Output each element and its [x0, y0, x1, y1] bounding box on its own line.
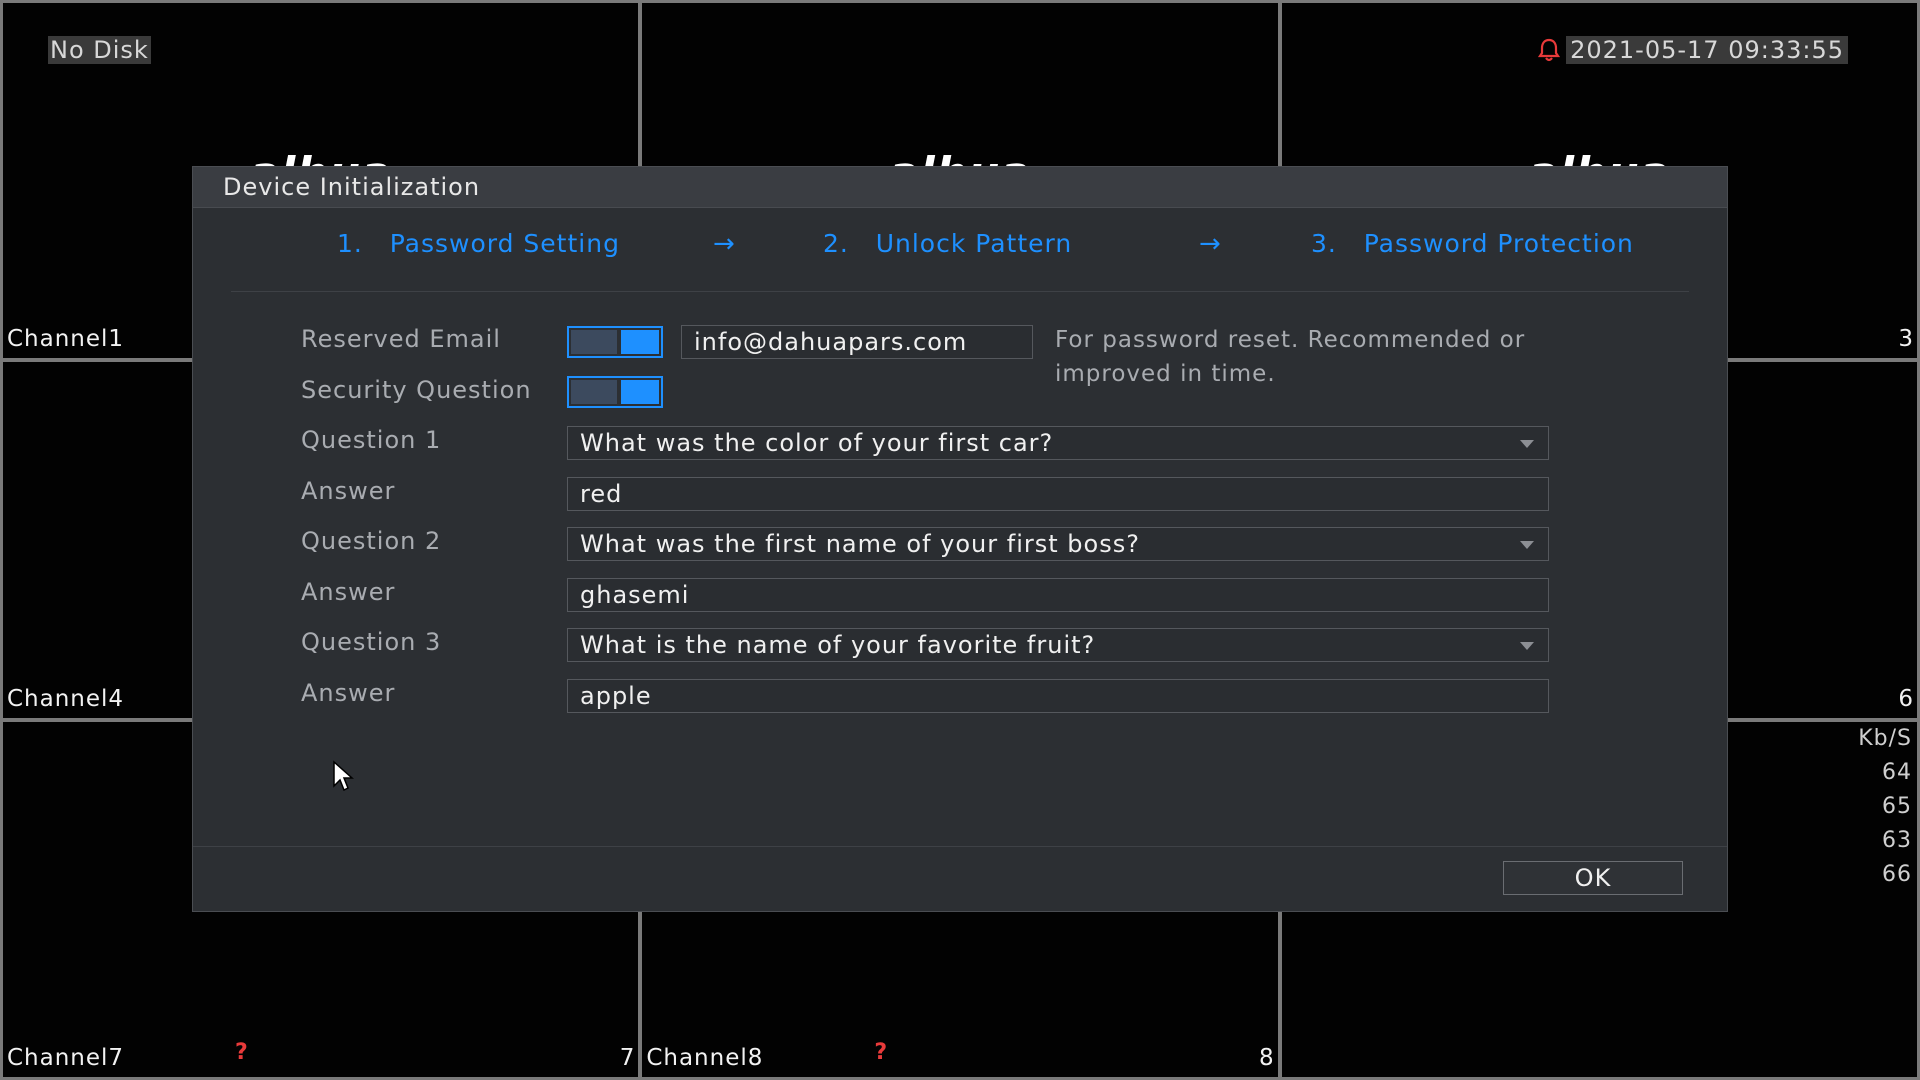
answer-3-label: Answer: [301, 679, 396, 707]
mouse-cursor-icon: [333, 760, 354, 792]
datetime-display: 2021-05-17 09:33:55: [1538, 36, 1848, 64]
reserved-email-label: Reserved Email: [301, 325, 501, 353]
channel-label: Channel7: [7, 1045, 125, 1071]
step-unlock-pattern: 2. Unlock Pattern: [823, 229, 1072, 258]
toggle-knob: [621, 330, 659, 354]
question-2-label: Question 2: [301, 527, 442, 555]
step-number: 1.: [337, 229, 363, 258]
chevron-down-icon: [1520, 541, 1534, 549]
security-question-label: Security Question: [301, 376, 532, 404]
no-signal-icon: ?: [874, 1040, 888, 1065]
chevron-down-icon: [1520, 642, 1534, 650]
disk-status: No Disk: [48, 36, 151, 64]
chevron-down-icon: [1520, 440, 1534, 448]
question-3-label: Question 3: [301, 628, 442, 656]
ok-button[interactable]: OK: [1503, 861, 1683, 895]
no-signal-icon: ?: [235, 1040, 248, 1065]
bitrate-panel: Kb/S 64 65 63 66: [1858, 722, 1912, 892]
device-initialization-dialog: Device Initialization 1. Password Settin…: [192, 166, 1728, 912]
dialog-title: Device Initialization: [193, 167, 1727, 208]
bitrate-value: 64: [1882, 760, 1912, 785]
answer-3-input[interactable]: apple: [567, 679, 1549, 713]
channel-number: 3: [1898, 326, 1913, 353]
step-label: Password Protection: [1363, 229, 1634, 258]
channel-number: 7: [619, 1045, 635, 1071]
wizard-steps: 1. Password Setting → 2. Unlock Pattern …: [193, 229, 1727, 269]
email-hint: For password reset. Recommended or impro…: [1055, 327, 1526, 387]
toggle-track: [571, 330, 617, 354]
bitrate-value: 66: [1882, 862, 1912, 887]
security-question-toggle[interactable]: [567, 376, 663, 408]
bitrate-value: 63: [1882, 828, 1912, 853]
question-1-select[interactable]: What was the color of your first car?: [567, 426, 1549, 460]
question-1-value: What was the color of your first car?: [580, 429, 1054, 457]
step-label: Password Setting: [389, 229, 620, 258]
arrow-right-icon: →: [713, 229, 736, 259]
step-number: 2.: [823, 229, 849, 258]
question-2-select[interactable]: What was the first name of your first bo…: [567, 527, 1549, 561]
answer-1-label: Answer: [301, 477, 396, 505]
question-2-value: What was the first name of your first bo…: [580, 530, 1140, 558]
arrow-right-icon: →: [1199, 229, 1222, 259]
toggle-track: [571, 380, 617, 404]
step-password-setting: 1. Password Setting: [337, 229, 620, 258]
reserved-email-input[interactable]: info@dahuapars.com: [681, 325, 1033, 359]
bitrate-unit: Kb/S: [1858, 726, 1912, 751]
step-password-protection: 3. Password Protection: [1311, 229, 1634, 258]
divider: [231, 291, 1689, 292]
answer-2-label: Answer: [301, 578, 396, 606]
question-3-value: What is the name of your favorite fruit?: [580, 631, 1096, 659]
question-3-select[interactable]: What is the name of your favorite fruit?: [567, 628, 1549, 662]
step-label: Unlock Pattern: [875, 229, 1073, 258]
answer-2-input[interactable]: ghasemi: [567, 578, 1549, 612]
channel-label: Channel4: [7, 685, 125, 712]
step-number: 3.: [1311, 229, 1337, 258]
channel-label: Channel8: [646, 1045, 764, 1071]
bell-icon: [1538, 38, 1561, 62]
dialog-footer: OK: [193, 846, 1727, 911]
question-1-label: Question 1: [301, 426, 442, 454]
bitrate-value: 65: [1882, 794, 1912, 819]
toggle-knob: [621, 380, 659, 404]
channel-number: 6: [1898, 685, 1913, 712]
datetime-text: 2021-05-17 09:33:55: [1566, 36, 1848, 64]
channel-number: 8: [1259, 1045, 1274, 1071]
channel-label: Channel1: [7, 326, 125, 353]
answer-1-input[interactable]: red: [567, 477, 1549, 511]
reserved-email-toggle[interactable]: [567, 326, 663, 358]
